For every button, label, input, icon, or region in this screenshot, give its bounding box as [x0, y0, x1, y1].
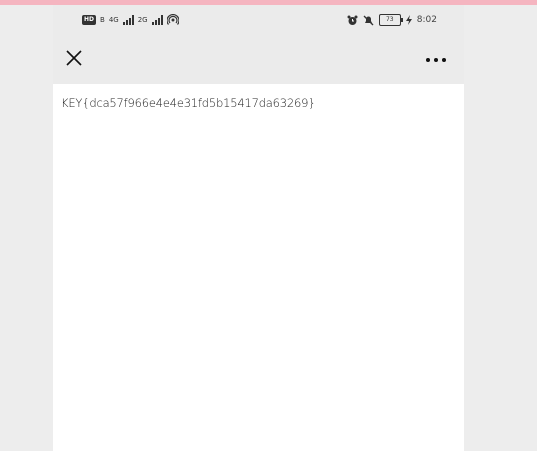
- network-type-1: 4G: [108, 16, 119, 24]
- hd-badge: HD: [82, 15, 97, 25]
- b-indicator: B: [100, 16, 105, 24]
- close-button[interactable]: [63, 47, 85, 69]
- close-icon: [66, 50, 82, 66]
- signal-bars-2-icon: [151, 15, 163, 25]
- status-right-group: 73 8:02: [347, 14, 437, 26]
- status-left-group: HD B 4G 2G: [82, 14, 179, 26]
- phone-screen: HD B 4G 2G 73 8:02 KEY{dca57f966e4e4e31f…: [53, 5, 464, 451]
- mute-icon: [363, 15, 374, 25]
- document-text: KEY{dca57f966e4e4e31fd5b15417da63269}: [61, 96, 316, 110]
- status-bar: HD B 4G 2G 73 8:02: [53, 5, 464, 37]
- status-time: 8:02: [416, 15, 437, 25]
- more-icon: [426, 58, 430, 62]
- charging-icon: [405, 15, 412, 25]
- signal-bars-1-icon: [122, 15, 134, 25]
- battery-indicator: 73: [378, 14, 403, 26]
- alarm-icon: [347, 15, 358, 25]
- hotspot-icon: [166, 14, 179, 25]
- top-toolbar: [53, 37, 464, 84]
- network-type-2: 2G: [137, 16, 148, 24]
- document-content: KEY{dca57f966e4e4e31fd5b15417da63269}: [53, 84, 464, 451]
- more-options-button[interactable]: [426, 55, 450, 65]
